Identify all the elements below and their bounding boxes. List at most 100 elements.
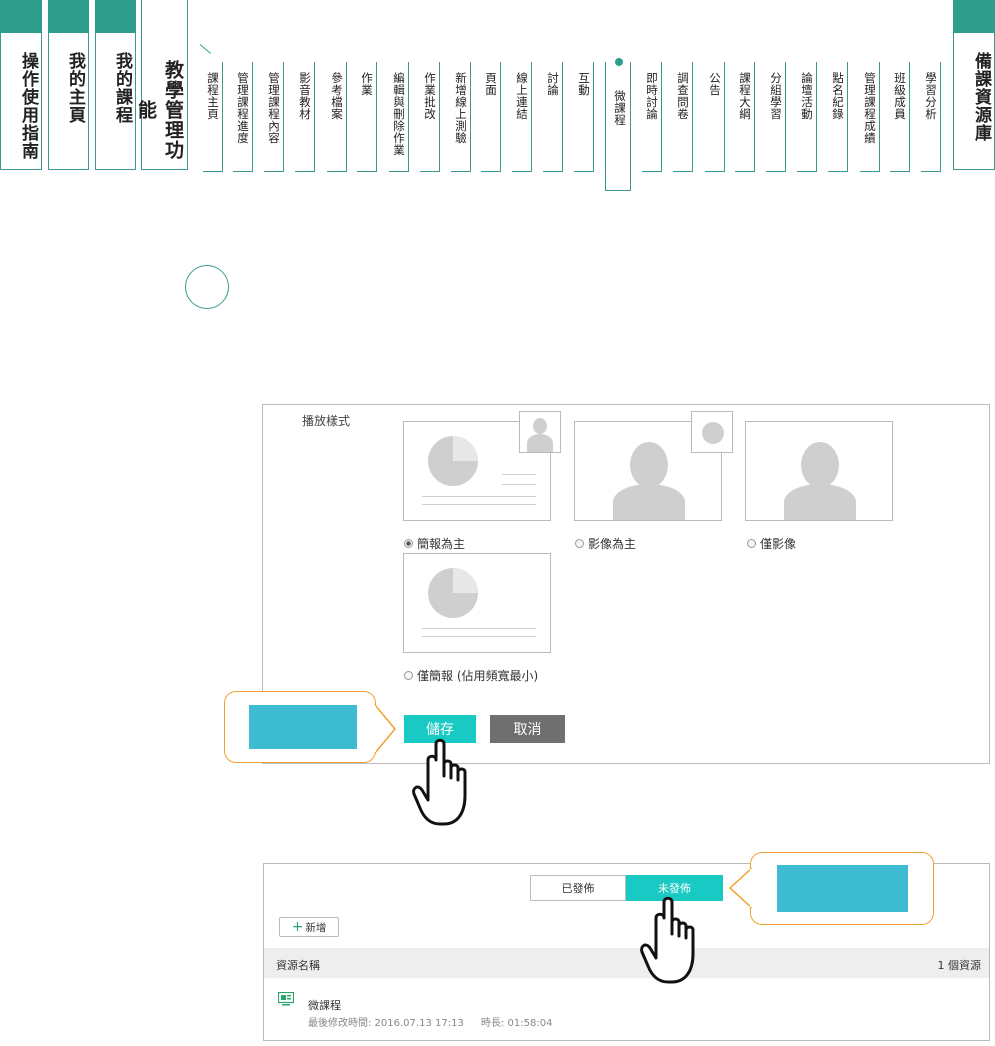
radio-dot [404,539,413,548]
sub-tab-label: 學習分析 [924,72,938,120]
person-icon [520,412,560,452]
callout-pointer-icon [728,868,754,908]
sub-tab[interactable]: 作業 [357,62,377,172]
radio-label: 僅影像 [760,537,797,551]
resource-list-header: 資源名稱 1 個資源 [264,948,989,978]
sub-tab[interactable]: 作業批改 [420,62,440,172]
sub-tab[interactable]: 點名紀錄 [828,62,848,172]
sub-tab-label: 管理課程內容 [267,72,281,144]
sub-tab[interactable]: 管理課程內容 [264,62,284,172]
sub-tab[interactable]: 管理課程成績 [860,62,880,172]
sub-tab[interactable]: 即時討論 [642,62,662,172]
nav-tab-label: 我的課程 [112,52,132,124]
sub-tab[interactable]: 課程大綱 [735,62,755,172]
radio-video-primary[interactable]: 影像為主 [575,535,636,552]
callout-unpublished [750,852,934,925]
column-header-name: 資源名稱 [276,959,320,972]
nav-tab-label: 教學管理功能 [135,59,184,160]
sub-tab[interactable]: 新增線上測驗 [451,62,471,172]
sub-tab[interactable]: 微課程 [605,62,631,191]
sub-tab[interactable]: 互動 [574,62,594,172]
resource-duration: 時長: 01:58:04 [481,1018,553,1029]
sub-tab-label: 論壇活動 [800,72,814,120]
sub-tab-label: 公告 [708,72,722,96]
nav-tab-label: 我的主頁 [65,52,85,124]
sub-tab-label: 分組學習 [769,72,783,120]
cancel-button[interactable]: 取消 [490,715,565,743]
resource-count: 1 個資源 [937,959,982,972]
plus-icon: + [291,919,304,935]
nav-tab-home[interactable]: 我的主頁 [48,0,89,170]
sub-tab[interactable]: 公告 [705,62,725,172]
sub-tab[interactable]: 調查問卷 [673,62,693,172]
sub-tab[interactable]: 管理課程進度 [233,62,253,172]
callout-fill [249,705,357,749]
sub-tab[interactable]: 頁面 [481,62,501,172]
nav-tab-label: 備課資源庫 [971,52,991,142]
sub-tab[interactable]: 班級成員 [890,62,910,172]
sub-tab-label: 編輯與刪除作業 [392,72,406,156]
sub-tab-label: 課程大綱 [738,72,752,120]
preview-slides-only[interactable] [403,553,551,653]
nav-tab-teaching[interactable]: 教學管理功能 [135,0,188,170]
radio-video-only[interactable]: 僅影像 [747,535,796,552]
sub-tab[interactable]: 參考檔案 [327,62,347,172]
sub-tab[interactable]: 課程主頁 [203,62,223,172]
radio-slides-primary[interactable]: 簡報為主 [404,535,465,552]
sub-tab[interactable]: 論壇活動 [797,62,817,172]
sub-tab[interactable]: 編輯與刪除作業 [389,62,409,172]
person-icon [746,422,892,520]
add-label: 新增 [305,921,327,934]
sub-tab-label: 點名紀錄 [831,72,845,120]
line [502,484,536,485]
sub-tab-label: 班級成員 [893,72,907,120]
sub-tab[interactable]: 線上連結 [512,62,532,172]
sub-tab-label: 影音教材 [298,72,312,120]
sub-tab-label: 調查問卷 [676,72,690,120]
hand-pointer-icon [412,738,467,826]
line [422,636,536,637]
micro-course-icon [278,992,294,1006]
preview-video-only[interactable] [745,421,893,521]
resource-meta: 最後修改時間: 2016.07.13 17:13 時長: 01:58:04 [308,1014,566,1029]
nav-tab-label: 操作使用指南 [18,52,38,160]
tab-published[interactable]: 已發佈 [530,875,626,901]
mini-pie-icon [702,422,724,444]
radio-slides-only[interactable]: 僅簡報 (佔用頻寬最小) [404,667,538,684]
radio-dot [747,539,756,548]
resource-title[interactable]: 微課程 [308,997,341,1013]
sub-tab[interactable]: 分組學習 [766,62,786,172]
line [502,474,536,475]
line [422,504,536,505]
sub-tab-label: 管理課程進度 [236,72,250,144]
callout-save [224,691,376,763]
sub-tab-label: 線上連結 [515,72,529,120]
tab-cap [0,0,42,33]
line [422,628,536,629]
nav-tab-resources[interactable]: 備課資源庫 [953,0,995,170]
tab-cap [953,0,995,33]
radio-label: 影像為主 [588,537,637,551]
active-indicator-dot [615,58,623,66]
hand-pointer-icon [640,896,695,984]
mini-slide-preview [691,411,733,453]
mini-video-preview [519,411,561,453]
pie-icon [428,568,478,618]
pie-icon [428,436,478,486]
nav-tab-guide[interactable]: 操作使用指南 [0,0,42,170]
sub-tab-label: 微課程 [613,90,627,126]
sub-tab-label: 作業 [360,72,374,96]
sub-tab[interactable]: 討論 [543,62,563,172]
nav-tab-courses[interactable]: 我的課程 [95,0,136,170]
add-resource-button[interactable]: + 新增 [279,917,339,937]
resource-modified: 最後修改時間: 2016.07.13 17:13 [308,1018,464,1029]
radio-label: 僅簡報 (佔用頻寬最小) [417,669,539,683]
callout-fill [777,865,908,912]
sub-tab-label: 新增線上測驗 [454,72,468,144]
sub-tab-label: 管理課程成績 [863,72,877,144]
tab-divider [199,44,212,54]
radio-dot [575,539,584,548]
sub-tab[interactable]: 學習分析 [921,62,941,172]
sub-tab-label: 討論 [546,72,560,96]
sub-tab[interactable]: 影音教材 [295,62,315,172]
